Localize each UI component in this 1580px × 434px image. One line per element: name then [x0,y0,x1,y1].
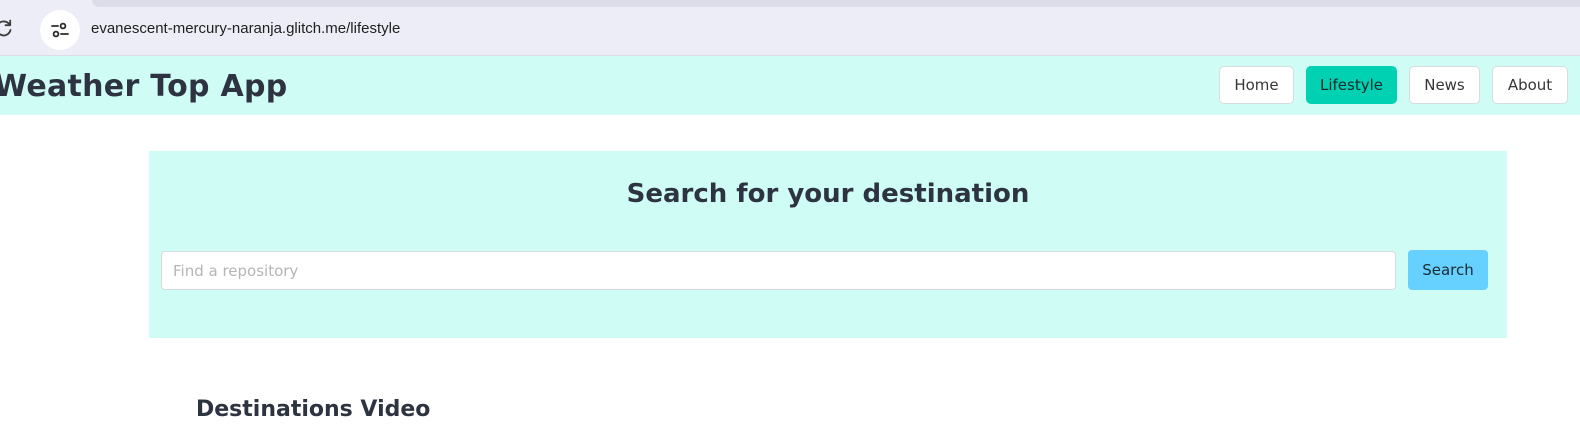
reload-button[interactable] [0,18,14,38]
nav-about-button[interactable]: About [1492,66,1568,104]
app-navbar: Weather Top App Home Lifestyle News Abou… [0,56,1580,115]
search-heading: Search for your destination [626,179,1030,209]
site-info-button[interactable] [40,10,80,50]
reload-icon [0,19,12,37]
app-title: Weather Top App [0,69,288,104]
tab-strip [92,0,1580,7]
search-hero: Search for your destination Search [149,151,1507,338]
browser-toolbar: evanescent-mercury-naranja.glitch.me/lif… [0,0,1580,56]
nav-home-button[interactable]: Home [1219,66,1294,104]
search-input[interactable] [161,251,1396,290]
address-bar-url[interactable]: evanescent-mercury-naranja.glitch.me/lif… [91,20,400,37]
search-button[interactable]: Search [1408,250,1488,290]
tune-icon [51,22,69,38]
nav-lifestyle-button[interactable]: Lifestyle [1306,66,1397,104]
nav-news-button[interactable]: News [1409,66,1480,104]
destinations-video-heading: Destinations Video [196,397,431,422]
